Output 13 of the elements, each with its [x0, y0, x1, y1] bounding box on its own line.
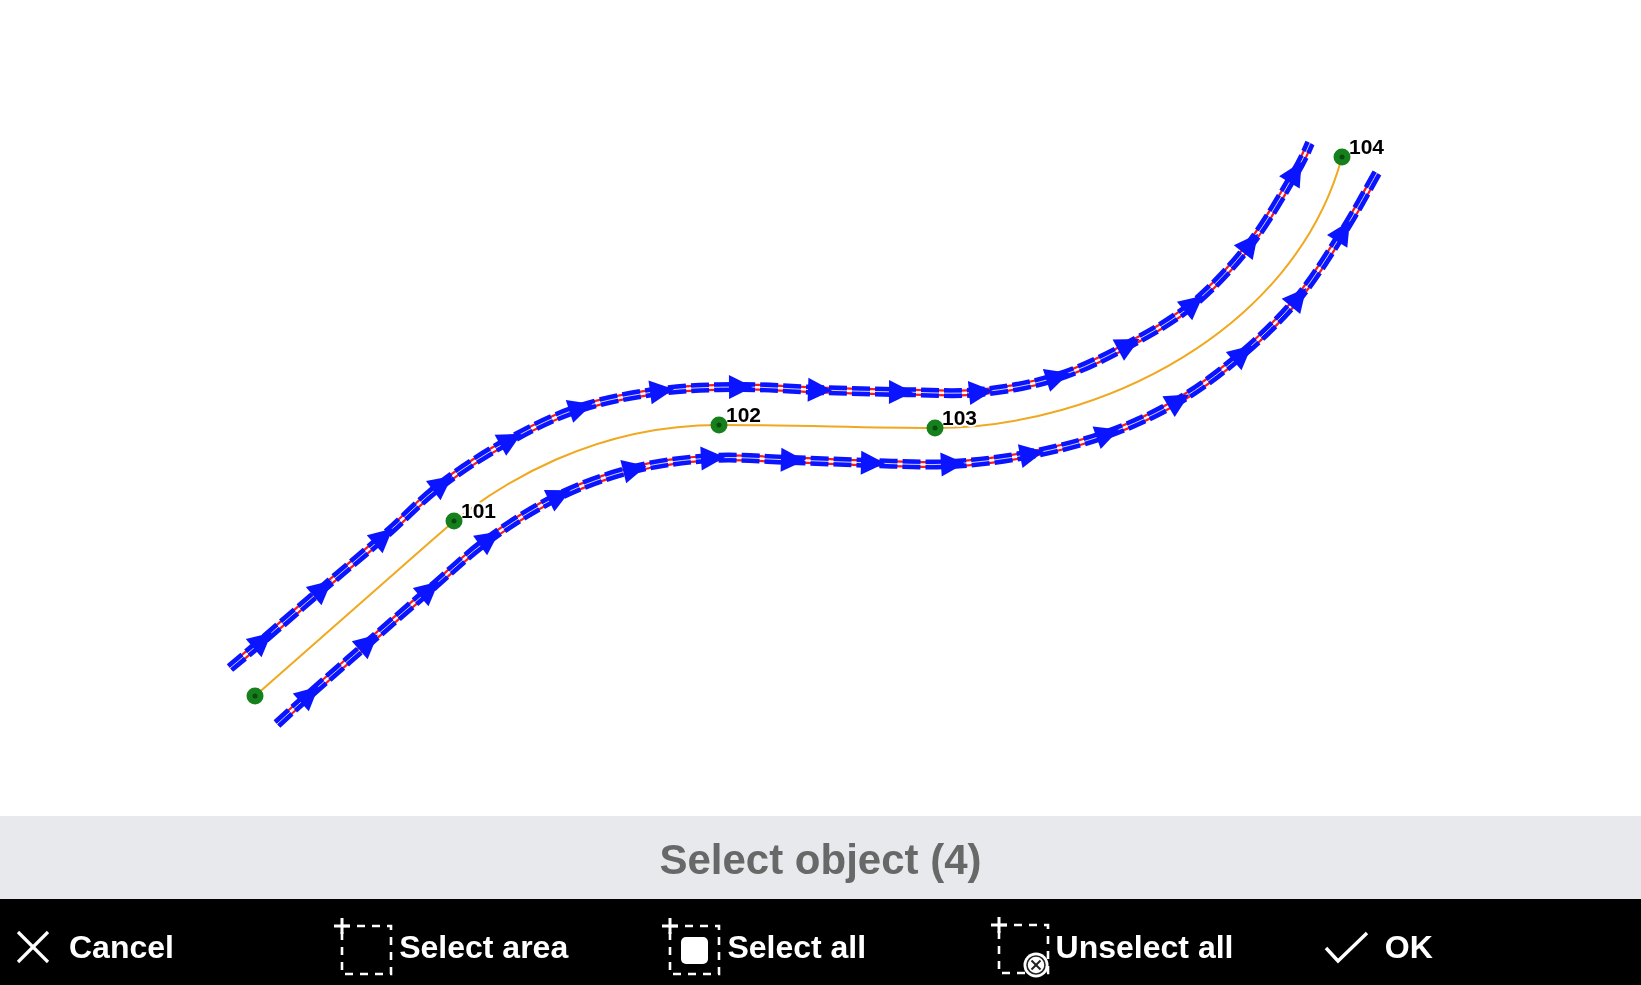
point-label: 104 [1349, 135, 1385, 158]
cancel-button[interactable]: Cancel [16, 916, 174, 978]
check-icon [1323, 930, 1369, 964]
dashed-square-filled-plus-icon [661, 917, 722, 977]
ok-button[interactable]: OK [1323, 916, 1433, 978]
dashed-square-plus-icon [333, 917, 394, 977]
select-all-button[interactable]: Select all [661, 916, 867, 978]
status-message: Select object (4) [659, 834, 982, 884]
unselect-all-button[interactable]: Unselect all [989, 916, 1234, 978]
point-marker-icon [1333, 148, 1351, 166]
dashed-square-x-circle-icon [989, 916, 1052, 978]
close-icon [16, 930, 50, 964]
select-area-button[interactable]: Select area [333, 916, 569, 978]
